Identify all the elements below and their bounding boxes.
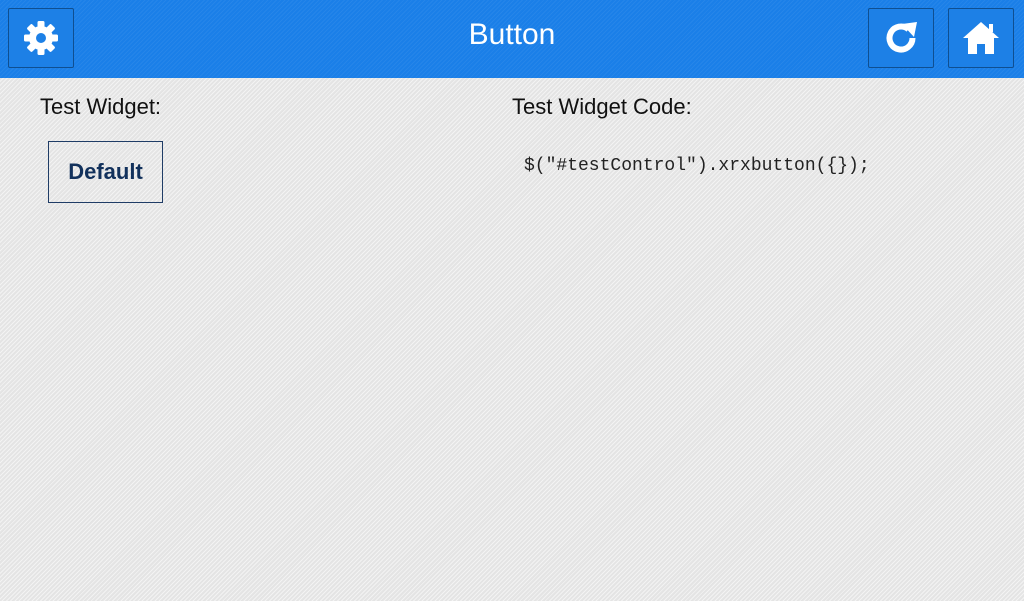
- test-widget-label: Test Widget:: [40, 94, 162, 119]
- home-button[interactable]: [948, 8, 1014, 68]
- page-title: Button: [468, 18, 556, 51]
- test-widget-code-label: Test Widget Code:: [512, 94, 692, 119]
- widget-code-snippet: $("#testControl").xrxbutton({});: [524, 156, 870, 176]
- settings-button[interactable]: [8, 8, 74, 68]
- header-bar: Button: [0, 0, 1024, 78]
- refresh-icon: [881, 18, 921, 58]
- default-button[interactable]: Default: [48, 141, 163, 203]
- home-icon: [961, 18, 1001, 58]
- refresh-button[interactable]: [868, 8, 934, 68]
- gear-icon: [23, 20, 59, 56]
